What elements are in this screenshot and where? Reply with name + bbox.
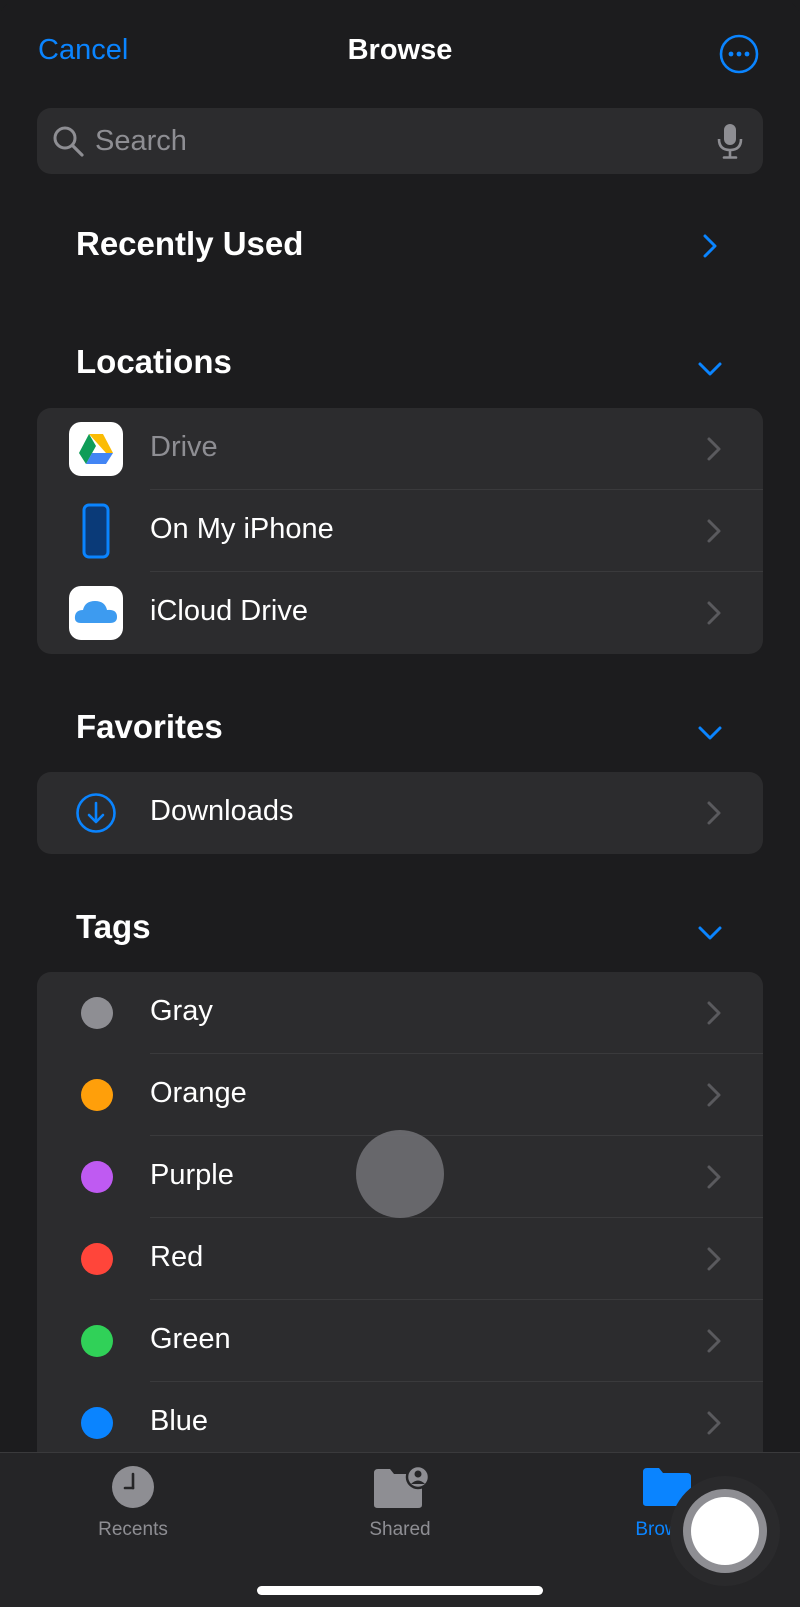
tag-item-red[interactable]: Red	[37, 1218, 763, 1300]
location-item-on-my-iphone[interactable]: On My iPhone	[37, 490, 763, 572]
recently-used-header[interactable]: Recently Used	[76, 225, 303, 263]
tags-header: Tags	[76, 908, 151, 945]
favorite-label: Downloads	[150, 795, 294, 827]
location-item-icloud-drive[interactable]: iCloud Drive	[37, 572, 763, 654]
tag-label: Blue	[150, 1405, 209, 1437]
tag-label: Gray	[150, 995, 213, 1027]
tag-label: Green	[150, 1323, 231, 1355]
chevron-right-icon	[707, 1083, 721, 1107]
chevron-right-icon[interactable]	[702, 233, 718, 259]
tag-item-blue[interactable]: Blue	[37, 1382, 763, 1452]
location-label: On My iPhone	[150, 513, 334, 545]
locations-list: Drive On My iPhone iCloud Drive	[37, 408, 763, 654]
assistive-touch-core	[691, 1497, 759, 1565]
tag-color-dot	[81, 1243, 113, 1275]
ellipsis-circle-icon	[719, 34, 759, 74]
favorites-list: Downloads	[37, 772, 763, 854]
tag-color-dot	[81, 1161, 113, 1193]
more-options-button[interactable]	[719, 34, 759, 74]
page-title: Browse	[347, 34, 453, 66]
chevron-right-icon	[707, 1001, 721, 1025]
chevron-right-icon	[707, 437, 721, 461]
microphone-icon[interactable]	[715, 122, 745, 160]
tag-color-dot	[81, 1325, 113, 1357]
clock-icon	[112, 1466, 154, 1508]
tag-item-green[interactable]: Green	[37, 1300, 763, 1382]
chevron-right-icon	[707, 801, 721, 825]
chevron-right-icon	[707, 1329, 721, 1353]
iphone-icon	[82, 503, 110, 559]
tag-color-dot	[81, 997, 113, 1029]
locations-header: Locations	[76, 343, 232, 380]
touch-indicator	[356, 1130, 444, 1218]
location-item-drive[interactable]: Drive	[37, 408, 763, 490]
tab-label: Recents	[98, 1519, 168, 1540]
chevron-right-icon	[707, 1165, 721, 1189]
location-label: iCloud Drive	[150, 595, 308, 627]
chevron-right-icon	[707, 1411, 721, 1435]
chevron-down-icon[interactable]	[697, 920, 723, 946]
google-drive-icon	[69, 422, 123, 476]
chevron-right-icon	[707, 1247, 721, 1271]
search-placeholder: Search	[95, 125, 187, 157]
search-field[interactable]: Search	[37, 108, 763, 174]
tag-color-dot	[81, 1407, 113, 1439]
chevron-down-icon[interactable]	[697, 356, 723, 382]
favorite-item-downloads[interactable]: Downloads	[37, 772, 763, 854]
chevron-right-icon	[707, 601, 721, 625]
tab-label: Shared	[369, 1519, 431, 1540]
chevron-right-icon	[707, 519, 721, 543]
assistive-touch-button[interactable]	[670, 1476, 780, 1586]
chevron-down-icon[interactable]	[697, 720, 723, 746]
icloud-icon	[69, 586, 123, 640]
download-circle-icon	[76, 793, 116, 833]
tag-label: Orange	[150, 1077, 247, 1109]
location-label: Drive	[150, 431, 218, 463]
tag-label: Purple	[150, 1159, 234, 1191]
tag-item-orange[interactable]: Orange	[37, 1054, 763, 1136]
tag-item-gray[interactable]: Gray	[37, 972, 763, 1054]
tag-color-dot	[81, 1079, 113, 1111]
favorites-header: Favorites	[76, 708, 223, 745]
search-icon	[53, 126, 84, 157]
shared-folder-icon	[374, 1465, 430, 1508]
browse-sheet: Cancel Browse Search Recently Used Locat…	[0, 0, 800, 1607]
home-indicator[interactable]	[257, 1586, 543, 1595]
tag-label: Red	[150, 1241, 204, 1273]
